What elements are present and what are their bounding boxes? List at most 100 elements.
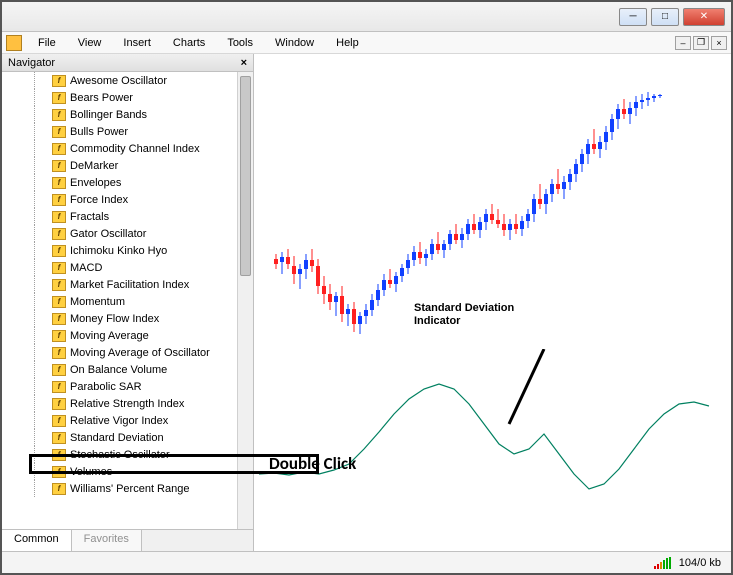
navigator-scrollbar[interactable] xyxy=(237,72,253,529)
mdi-controls: – ❐ × xyxy=(675,36,727,50)
indicator-item-macd[interactable]: MACD xyxy=(2,259,237,276)
indicator-item-relative-vigor-index[interactable]: Relative Vigor Index xyxy=(2,412,237,429)
app-window: ─ □ ✕ File View Insert Charts Tools Wind… xyxy=(2,2,731,573)
indicator-item-ichimoku-kinko-hyo[interactable]: Ichimoku Kinko Hyo xyxy=(2,242,237,259)
indicator-item-market-facilitation-index[interactable]: Market Facilitation Index xyxy=(2,276,237,293)
indicator-icon xyxy=(52,92,66,104)
indicator-icon xyxy=(52,109,66,121)
menu-charts[interactable]: Charts xyxy=(163,35,215,51)
indicator-label: Bulls Power xyxy=(70,126,128,138)
mdi-close-button[interactable]: × xyxy=(711,36,727,50)
connection-bars-icon xyxy=(654,557,671,569)
indicator-icon xyxy=(52,313,66,325)
indicator-item-relative-strength-index[interactable]: Relative Strength Index xyxy=(2,395,237,412)
indicator-item-williams-percent-range[interactable]: Williams' Percent Range xyxy=(2,480,237,497)
indicator-item-momentum[interactable]: Momentum xyxy=(2,293,237,310)
tab-common[interactable]: Common xyxy=(2,530,72,551)
indicator-item-commodity-channel-index[interactable]: Commodity Channel Index xyxy=(2,140,237,157)
indicator-icon xyxy=(52,143,66,155)
indicator-label: DeMarker xyxy=(70,160,118,172)
navigator-tree: Awesome Oscillator Bears Power Bollinger B… xyxy=(2,72,253,529)
status-traffic: 104/0 kb xyxy=(679,557,721,569)
navigator-title: Navigator xyxy=(8,57,55,69)
indicator-icon xyxy=(52,177,66,189)
indicator-label: Commodity Channel Index xyxy=(70,143,200,155)
indicator-item-bulls-power[interactable]: Bulls Power xyxy=(2,123,237,140)
indicator-label: Momentum xyxy=(70,296,125,308)
menu-insert[interactable]: Insert xyxy=(113,35,161,51)
indicator-item-on-balance-volume[interactable]: On Balance Volume xyxy=(2,361,237,378)
indicator-item-stochastic-oscillator[interactable]: Stochastic Oscillator xyxy=(2,446,237,463)
chart-area[interactable]: Standard Deviation Indicator Double Clic… xyxy=(254,54,731,551)
indicator-label: Bollinger Bands xyxy=(70,109,147,121)
indicator-label: Money Flow Index xyxy=(70,313,159,325)
indicator-item-moving-average[interactable]: Moving Average xyxy=(2,327,237,344)
mdi-restore-button[interactable]: ❐ xyxy=(693,36,709,50)
indicator-label: Williams' Percent Range xyxy=(70,483,189,495)
titlebar: ─ □ ✕ xyxy=(2,2,731,32)
indicator-icon xyxy=(52,279,66,291)
menu-tools[interactable]: Tools xyxy=(217,35,263,51)
indicator-label: Moving Average of Oscillator xyxy=(70,347,210,359)
indicator-label: Moving Average xyxy=(70,330,149,342)
statusbar: 104/0 kb xyxy=(2,551,731,573)
indicator-icon xyxy=(52,449,66,461)
indicator-icon xyxy=(52,228,66,240)
navigator-tabs: Common Favorites xyxy=(2,529,253,551)
indicator-icon xyxy=(52,364,66,376)
indicator-icon xyxy=(52,160,66,172)
indicator-label: Bears Power xyxy=(70,92,133,104)
annotation-arrow-line xyxy=(504,349,564,429)
indicator-label: Gator Oscillator xyxy=(70,228,146,240)
indicator-label: Relative Strength Index xyxy=(70,398,184,410)
indicator-label: Stochastic Oscillator xyxy=(70,449,170,461)
indicator-icon xyxy=(52,432,66,444)
indicator-icon xyxy=(52,194,66,206)
indicator-item-awesome-oscillator[interactable]: Awesome Oscillator xyxy=(2,72,237,89)
navigator-titlebar: Navigator × xyxy=(2,54,253,72)
indicator-label: Market Facilitation Index xyxy=(70,279,189,291)
navigator-close-button[interactable]: × xyxy=(241,57,247,69)
indicator-icon xyxy=(52,483,66,495)
indicator-icon xyxy=(52,211,66,223)
window-close-button[interactable]: ✕ xyxy=(683,8,725,26)
indicator-item-standard-deviation[interactable]: Standard Deviation xyxy=(2,429,237,446)
menu-view[interactable]: View xyxy=(68,35,112,51)
indicator-icon xyxy=(52,262,66,274)
indicator-label: On Balance Volume xyxy=(70,364,167,376)
indicator-icon xyxy=(52,75,66,87)
indicator-label: Relative Vigor Index xyxy=(70,415,168,427)
indicator-item-fractals[interactable]: Fractals xyxy=(2,208,237,225)
indicator-item-volumes[interactable]: Volumes xyxy=(2,463,237,480)
workspace: Navigator × Awesome Oscillator Bears Powe… xyxy=(2,54,731,551)
mdi-minimize-button[interactable]: – xyxy=(675,36,691,50)
indicator-label: Fractals xyxy=(70,211,109,223)
indicator-item-bears-power[interactable]: Bears Power xyxy=(2,89,237,106)
indicator-item-gator-oscillator[interactable]: Gator Oscillator xyxy=(2,225,237,242)
indicator-icon xyxy=(52,330,66,342)
indicator-item-bollinger-bands[interactable]: Bollinger Bands xyxy=(2,106,237,123)
menubar: File View Insert Charts Tools Window Hel… xyxy=(2,32,731,54)
window-maximize-button[interactable]: □ xyxy=(651,8,679,26)
menu-file[interactable]: File xyxy=(28,35,66,51)
navigator-panel: Navigator × Awesome Oscillator Bears Powe… xyxy=(2,54,254,551)
indicator-item-money-flow-index[interactable]: Money Flow Index xyxy=(2,310,237,327)
indicator-item-envelopes[interactable]: Envelopes xyxy=(2,174,237,191)
indicator-icon xyxy=(52,347,66,359)
tab-favorites[interactable]: Favorites xyxy=(72,530,142,551)
indicator-label: Envelopes xyxy=(70,177,121,189)
price-chart xyxy=(254,54,731,549)
window-minimize-button[interactable]: ─ xyxy=(619,8,647,26)
indicator-item-moving-average-of-oscillator[interactable]: Moving Average of Oscillator xyxy=(2,344,237,361)
indicator-item-parabolic-sar[interactable]: Parabolic SAR xyxy=(2,378,237,395)
scrollbar-thumb[interactable] xyxy=(240,76,251,276)
indicator-list[interactable]: Awesome Oscillator Bears Power Bollinger B… xyxy=(2,72,237,529)
indicator-label: Ichimoku Kinko Hyo xyxy=(70,245,167,257)
indicator-label: Parabolic SAR xyxy=(70,381,142,393)
indicator-item-demarker[interactable]: DeMarker xyxy=(2,157,237,174)
indicator-icon xyxy=(52,245,66,257)
menu-window[interactable]: Window xyxy=(265,35,324,51)
menu-help[interactable]: Help xyxy=(326,35,369,51)
indicator-item-force-index[interactable]: Force Index xyxy=(2,191,237,208)
indicator-label: Standard Deviation xyxy=(70,432,164,444)
